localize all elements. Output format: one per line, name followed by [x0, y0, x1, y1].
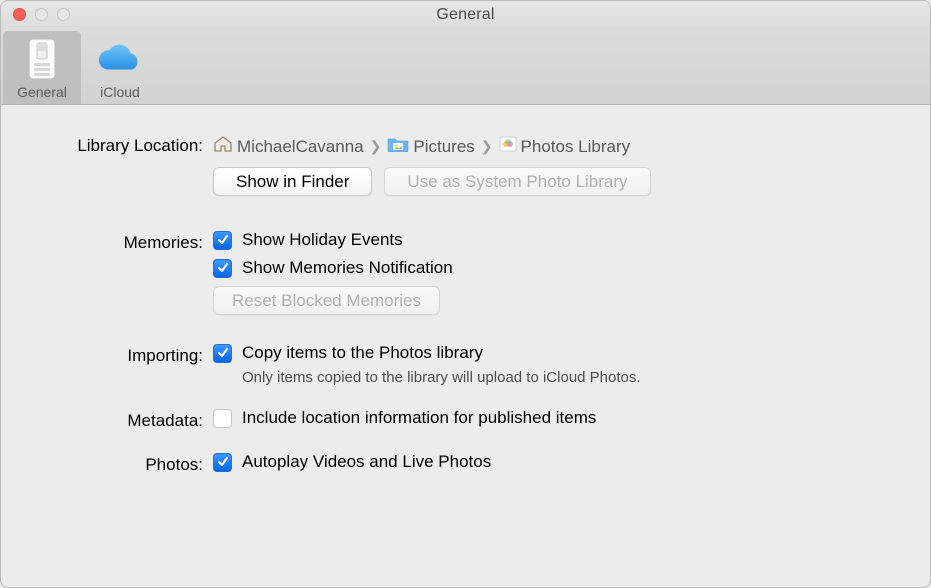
content-area: Library Location: MichaelCavanna ❯ Pictu… [1, 105, 930, 587]
titlebar: General [1, 1, 930, 29]
row-metadata: Metadata: Include location information f… [21, 408, 910, 436]
show-in-finder-button[interactable]: Show in Finder [213, 167, 372, 196]
chevron-right-icon: ❯ [368, 138, 384, 155]
label-photos: Photos: [21, 452, 213, 475]
row-photos: Photos: Autoplay Videos and Live Photos [21, 452, 910, 480]
window-controls [13, 8, 70, 21]
label-metadata: Metadata: [21, 408, 213, 431]
row-library-location: Library Location: MichaelCavanna ❯ Pictu… [21, 133, 910, 214]
breadcrumb-segment-2: Pictures [413, 137, 474, 157]
label-memories-notification: Show Memories Notification [242, 258, 453, 278]
close-window-icon[interactable] [13, 8, 26, 21]
window-title: General [1, 6, 930, 24]
label-include-location: Include location information for publish… [242, 408, 596, 428]
breadcrumb-segment-1: MichaelCavanna [237, 137, 364, 157]
row-importing: Importing: Copy items to the Photos libr… [21, 343, 910, 392]
reset-blocked-memories-button: Reset Blocked Memories [213, 286, 440, 315]
row-memories: Memories: Show Holiday Events Show Memor… [21, 230, 910, 315]
label-holiday-events: Show Holiday Events [242, 230, 403, 250]
chevron-right-icon: ❯ [479, 138, 495, 155]
label-copy-items: Copy items to the Photos library [242, 343, 483, 363]
checkbox-memories-notification[interactable] [213, 259, 232, 278]
helper-copy-items: Only items copied to the library will up… [242, 369, 910, 386]
checkbox-holiday-events[interactable] [213, 231, 232, 250]
label-memories: Memories: [21, 230, 213, 253]
preferences-toolbar: General iCloud [1, 29, 930, 105]
checkbox-copy-items[interactable] [213, 344, 232, 363]
breadcrumb-segment-3: Photos Library [521, 137, 631, 157]
label-importing: Importing: [21, 343, 213, 366]
preferences-window: General General [0, 0, 931, 588]
label-library-location: Library Location: [21, 133, 213, 156]
pictures-folder-icon [387, 136, 409, 157]
minimize-window-icon [35, 8, 48, 21]
photos-library-icon [499, 136, 517, 157]
library-path-breadcrumb: MichaelCavanna ❯ Pictures ❯ Photos Libra… [213, 133, 910, 157]
tab-general[interactable]: General [3, 31, 81, 104]
switches-icon [18, 35, 66, 83]
tab-icloud-label: iCloud [100, 84, 140, 100]
checkbox-include-location[interactable] [213, 409, 232, 428]
label-autoplay: Autoplay Videos and Live Photos [242, 452, 491, 472]
tab-icloud[interactable]: iCloud [81, 31, 159, 104]
cloud-icon [96, 35, 144, 83]
checkbox-autoplay[interactable] [213, 453, 232, 472]
tab-general-label: General [17, 84, 67, 100]
zoom-window-icon [57, 8, 70, 21]
home-folder-icon [213, 136, 233, 157]
use-as-system-library-button: Use as System Photo Library [384, 167, 650, 196]
